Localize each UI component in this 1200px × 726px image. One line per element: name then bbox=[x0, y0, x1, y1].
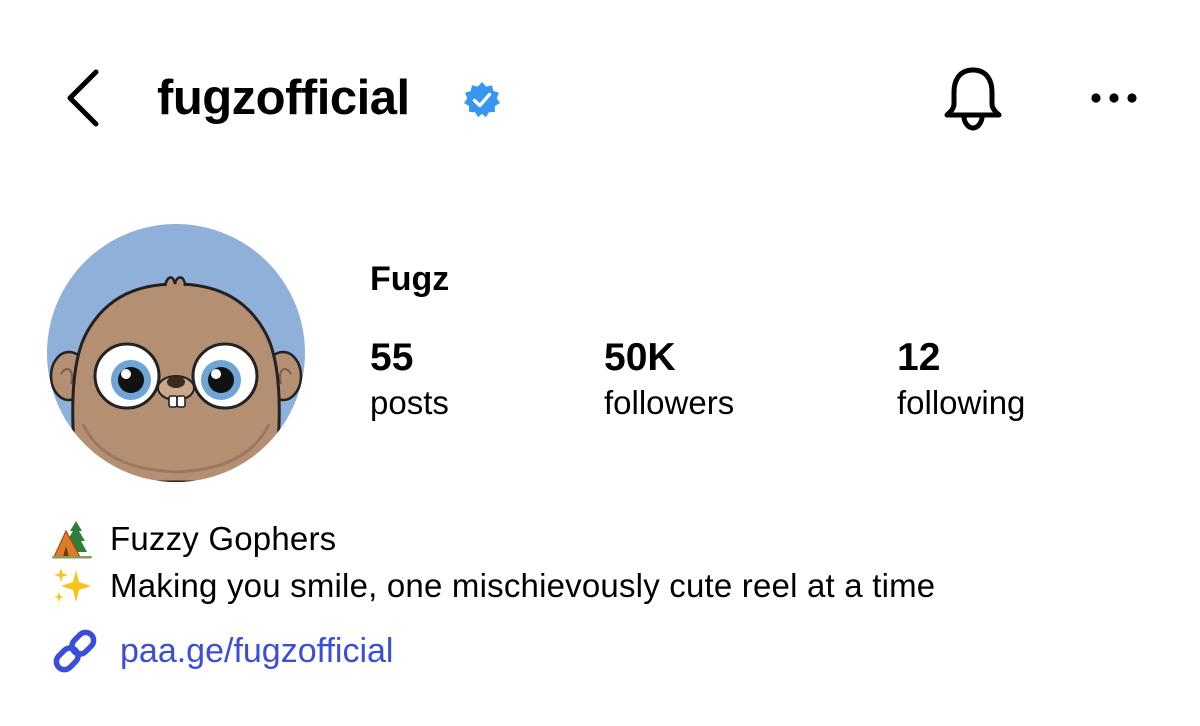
bio-text-line-1: Fuzzy Gophers bbox=[110, 520, 337, 557]
profile-link-text[interactable]: paa.ge/fugzofficial bbox=[120, 629, 393, 673]
following-stat[interactable]: 12 following bbox=[897, 334, 1025, 424]
profile-username: fugzofficial bbox=[157, 71, 410, 125]
profile-avatar[interactable] bbox=[47, 224, 305, 482]
link-icon bbox=[53, 629, 97, 673]
camping-tent-emoji bbox=[52, 521, 92, 559]
followers-label: followers bbox=[604, 384, 735, 421]
verified-badge-icon bbox=[463, 81, 501, 119]
more-options-button[interactable] bbox=[1086, 80, 1142, 116]
posts-label: posts bbox=[370, 384, 449, 421]
more-horizontal-icon bbox=[1091, 93, 1137, 103]
following-count: 12 bbox=[897, 336, 941, 379]
back-button[interactable] bbox=[58, 62, 108, 134]
bio-line-1: Fuzzy Gophers bbox=[50, 517, 336, 561]
sparkles-emoji bbox=[54, 568, 91, 602]
followers-stat[interactable]: 50K followers bbox=[604, 334, 734, 424]
posts-count: 55 bbox=[370, 336, 414, 379]
gopher-avatar-image bbox=[47, 224, 305, 482]
followers-count: 50K bbox=[604, 336, 676, 379]
bio-text-line-2: Making you smile, one mischievously cute… bbox=[110, 567, 936, 604]
bio-line-2: Making you smile, one mischievously cute… bbox=[50, 564, 935, 608]
posts-stat[interactable]: 55 posts bbox=[370, 334, 449, 424]
notifications-button[interactable] bbox=[938, 62, 1008, 134]
profile-link[interactable]: paa.ge/fugzofficial bbox=[50, 624, 393, 678]
profile-display-name: Fugz bbox=[370, 260, 450, 298]
following-label: following bbox=[897, 384, 1026, 421]
back-chevron-icon bbox=[67, 69, 99, 127]
bell-icon bbox=[944, 67, 1002, 131]
